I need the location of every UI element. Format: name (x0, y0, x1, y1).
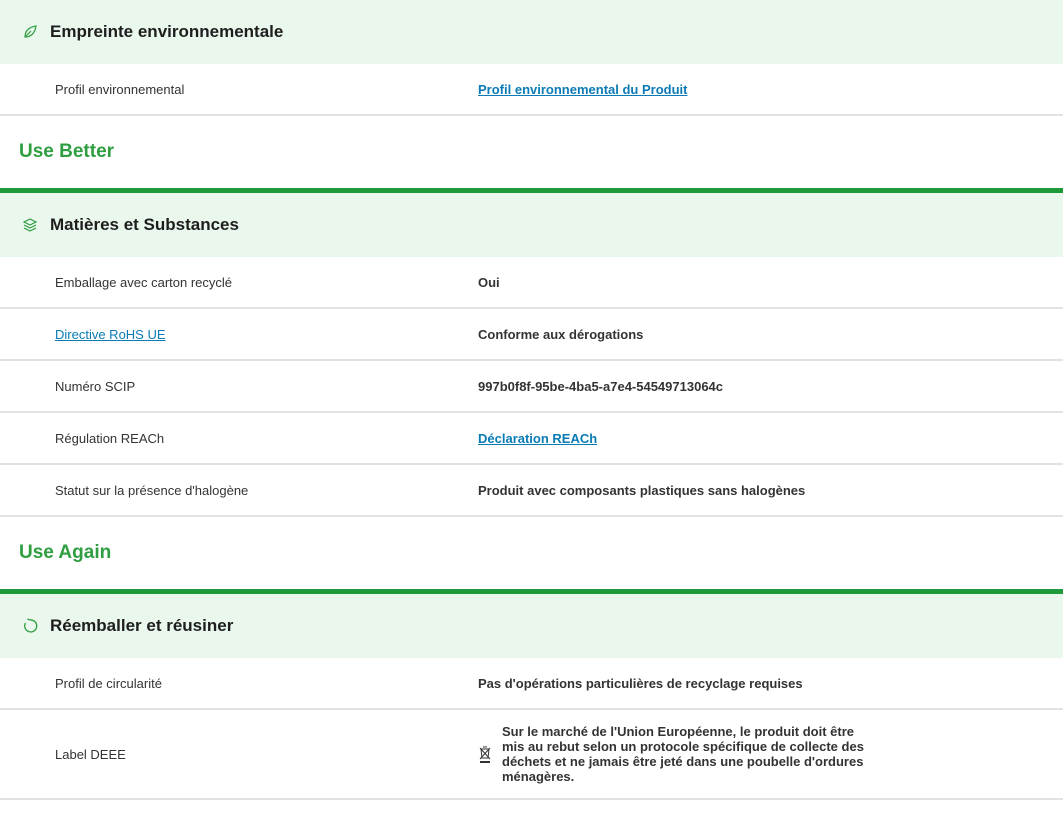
section-title-substances: Matières et Substances (50, 215, 239, 234)
table-row: Régulation REACh Déclaration REACh (0, 413, 1063, 465)
weee-text: Sur le marché de l'Union Européenne, le … (502, 724, 864, 784)
rohs-link[interactable]: Directive RoHS UE (0, 327, 478, 342)
row-label: Numéro SCIP (55, 378, 136, 394)
table-row: Label DEEE Sur le marché de l'Union Euro… (0, 710, 1063, 800)
table-row: Numéro SCIP 997b0f8f-95be-4ba5-a7e4-5454… (0, 361, 1063, 413)
table-row: Profil de circularité Pas d'opérations p… (0, 658, 1063, 710)
section-header-substances: Matières et Substances (0, 193, 1063, 257)
reach-declaration-link[interactable]: Déclaration REACh (478, 431, 1063, 446)
refresh-icon (22, 618, 38, 634)
section-title-repackage: Réemballer et réusiner (50, 616, 234, 635)
layers-icon (22, 217, 38, 233)
table-row: Statut sur la présence d'halogène Produi… (0, 465, 1063, 517)
section-header-repackage: Réemballer et réusiner (0, 594, 1063, 658)
row-value: Produit avec composants plastiques sans … (478, 482, 806, 498)
group-title-use-better: Use Better (19, 141, 115, 162)
table-row: Emballage avec carton recyclé Oui (0, 257, 1063, 309)
section-title-env: Empreinte environnementale (50, 22, 284, 41)
table-row: Profil environnemental Profil environnem… (0, 64, 1063, 116)
row-value: Pas d'opérations particulières de recycl… (478, 675, 803, 691)
leaf-icon (22, 24, 38, 40)
crossed-bin-icon (478, 744, 492, 764)
row-label: Label DEEE (55, 746, 126, 762)
row-value: Conforme aux dérogations (478, 326, 644, 342)
row-value: Oui (478, 274, 500, 290)
row-value: 997b0f8f-95be-4ba5-a7e4-54549713064c (478, 378, 724, 394)
env-profile-link[interactable]: Profil environnemental du Produit (478, 82, 1063, 97)
group-title-use-again: Use Again (19, 542, 112, 563)
section-header-env: Empreinte environnementale (0, 0, 1063, 64)
row-label: Régulation REACh (55, 430, 165, 446)
row-label: Profil de circularité (55, 675, 162, 691)
row-label: Statut sur la présence d'halogène (55, 482, 249, 498)
table-row: Directive RoHS UE Conforme aux dérogatio… (0, 309, 1063, 361)
row-label: Profil environnemental (55, 81, 185, 97)
row-label: Emballage avec carton recyclé (55, 274, 233, 290)
weee-value: Sur le marché de l'Union Européenne, le … (478, 724, 1063, 784)
